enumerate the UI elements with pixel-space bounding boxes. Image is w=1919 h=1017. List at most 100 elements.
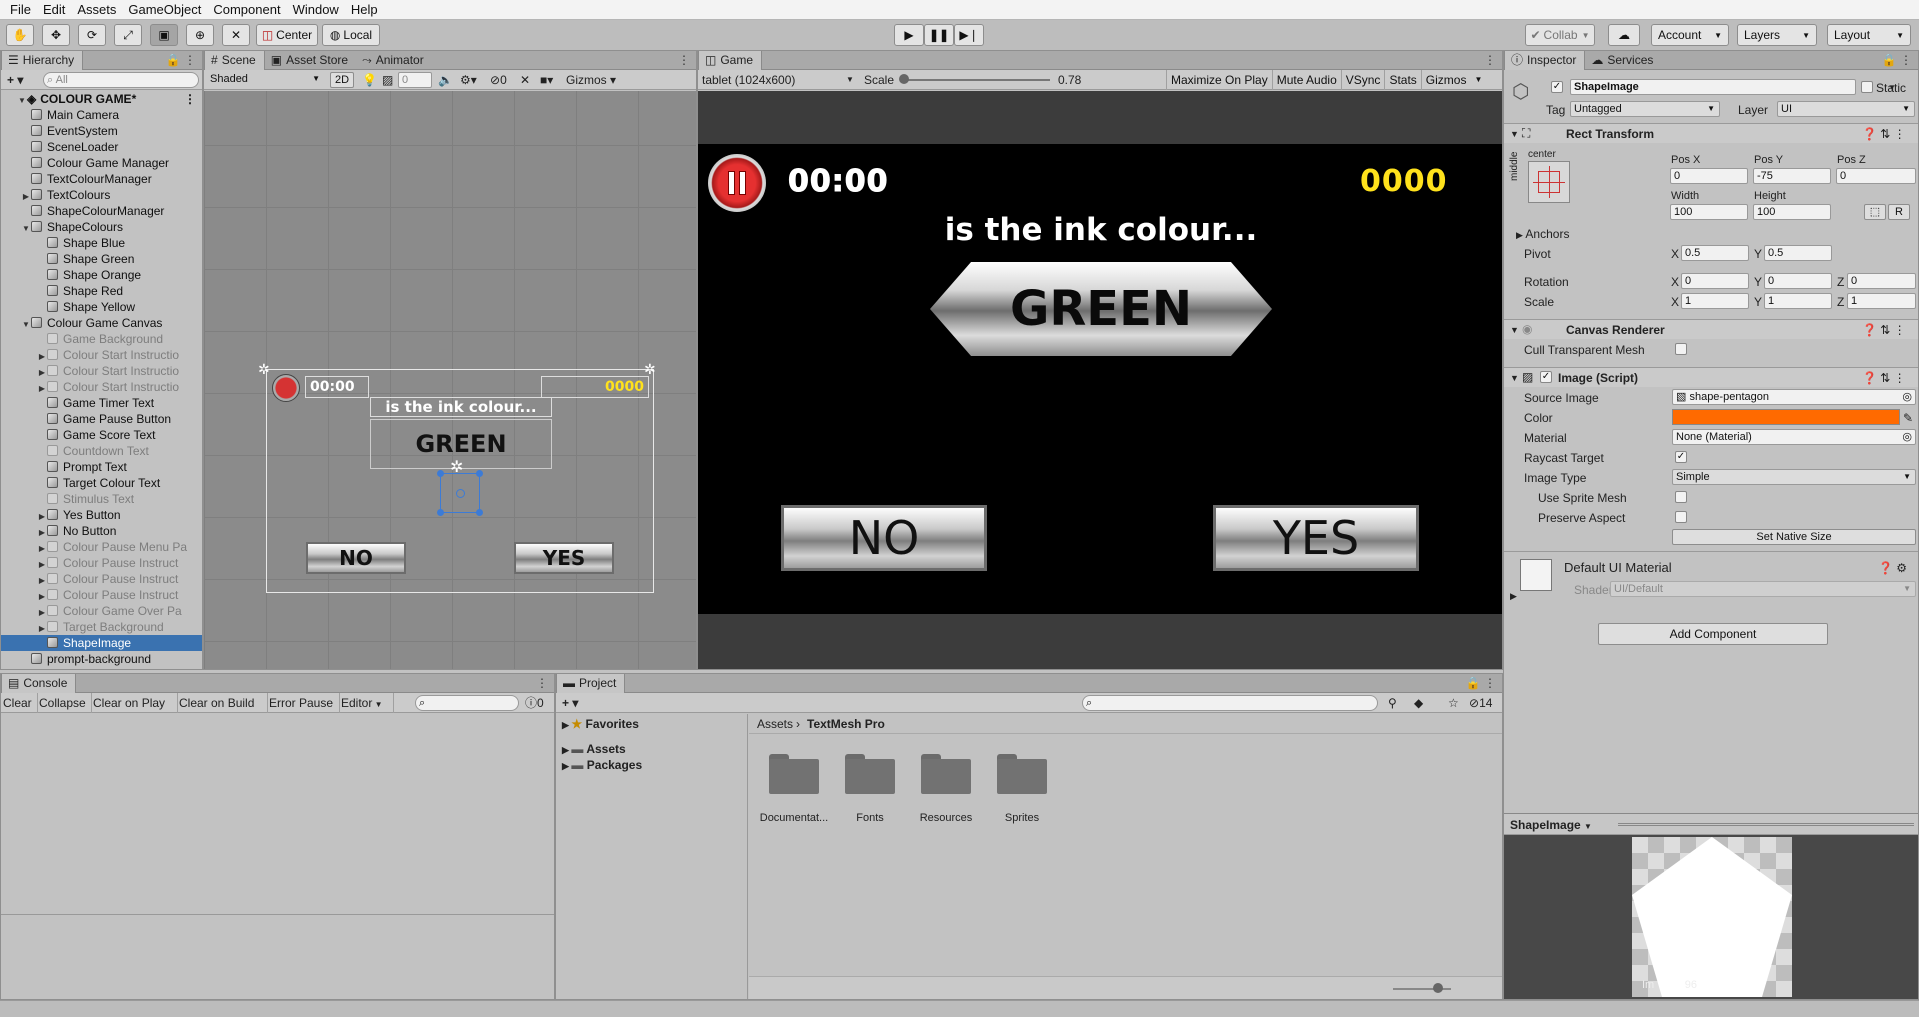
transform-tool-icon[interactable]: ⊕ <box>186 24 214 46</box>
audio-icon[interactable]: 🔈 <box>438 73 453 87</box>
scene-root[interactable]: ▼◈ COLOUR GAME* ⋮ <box>1 91 202 107</box>
tree-item-packages[interactable]: ▶ ▬ Packages <box>562 758 642 773</box>
hierarchy-item[interactable]: ShapeImage <box>1 635 202 651</box>
preserve-aspect-checkbox[interactable] <box>1675 511 1687 523</box>
console-clear-on-build-button[interactable]: Clear on Build <box>179 696 254 710</box>
help-icon[interactable]: ❓ ⚙ <box>1878 561 1907 575</box>
hierarchy-item[interactable]: Shape Orange <box>1 267 202 283</box>
hierarchy-item[interactable]: ▶ Target Background <box>1 619 202 635</box>
pivot-x-field[interactable]: 0.5 <box>1681 245 1749 261</box>
add-object-button[interactable]: + ▾ <box>7 73 23 87</box>
cull-mesh-checkbox[interactable] <box>1675 343 1687 355</box>
breadcrumb-assets[interactable]: Assets <box>757 717 793 731</box>
material-field[interactable]: None (Material) ◎ <box>1672 429 1916 445</box>
console-editor-button[interactable]: Editor ▼ <box>341 696 383 712</box>
scene-menu-icon[interactable]: ⋮ <box>678 51 690 69</box>
hierarchy-item[interactable]: SceneLoader <box>1 139 202 155</box>
tab-asset-store[interactable]: ▣ Asset Store <box>265 51 356 70</box>
project-search-input[interactable]: ⌕ <box>1082 695 1378 711</box>
console-search-input[interactable]: ⌕ <box>415 695 519 711</box>
layout-dropdown[interactable]: Layout ▼ <box>1827 24 1911 46</box>
hierarchy-item[interactable]: ▶ Colour Start Instructio <box>1 379 202 395</box>
image-icon[interactable]: ▨ <box>382 73 393 87</box>
console-menu-icon[interactable]: ⋮ <box>536 674 548 692</box>
menu-window[interactable]: Window <box>287 0 345 20</box>
hierarchy-item[interactable]: TextColourManager <box>1 171 202 187</box>
sprite-mesh-checkbox[interactable] <box>1675 491 1687 503</box>
cloud-button[interactable]: ☁ <box>1608 24 1640 46</box>
scale-tool-icon[interactable]: ⤢ <box>114 24 142 46</box>
light-icon[interactable]: 💡 <box>362 73 377 87</box>
preview-header[interactable]: ShapeImage ▼ <box>1504 813 1918 835</box>
hierarchy-item[interactable]: ▶ Colour Pause Instruct <box>1 571 202 587</box>
pause-button[interactable]: ❚❚ <box>924 24 954 46</box>
game-toggle-stats[interactable]: Stats <box>1384 70 1420 90</box>
hierarchy-item[interactable]: Main Camera <box>1 107 202 123</box>
account-dropdown[interactable]: Account ▼ <box>1651 24 1729 46</box>
menu-edit[interactable]: Edit <box>37 0 71 20</box>
folder-icon[interactable] <box>921 754 971 794</box>
menu-gameobject[interactable]: GameObject <box>122 0 207 20</box>
game-menu-icon[interactable]: ⋮ <box>1484 51 1496 69</box>
shading-dropdown[interactable]: Shaded ▼ <box>206 72 324 88</box>
folder-icon[interactable] <box>769 754 819 794</box>
console-clear-button[interactable]: Clear <box>3 696 32 710</box>
layers-dropdown[interactable]: Layers ▼ <box>1737 24 1817 46</box>
game-toggle-vsync[interactable]: VSync <box>1340 70 1385 90</box>
scene-viewport[interactable]: ✲ ✲ 00:00 0000 is the ink colour... GREE… <box>204 91 696 669</box>
tab-scene[interactable]: # Scene <box>204 51 265 70</box>
hierarchy-item[interactable]: EventSystem <box>1 123 202 139</box>
tag-dropdown[interactable]: Untagged ▼ <box>1570 101 1720 117</box>
camera-icon[interactable]: ■▾ <box>540 73 553 87</box>
play-button[interactable]: ▶ <box>894 24 924 46</box>
scale-y-field[interactable]: 1 <box>1764 293 1832 309</box>
console-clear-on-play-button[interactable]: Clear on Play <box>93 696 165 710</box>
step-button[interactable]: ▶❘ <box>954 24 984 46</box>
hierarchy-item[interactable]: ▶ Colour Pause Instruct <box>1 587 202 603</box>
active-checkbox[interactable]: ✓ <box>1551 81 1563 93</box>
custom-tool-icon[interactable]: ✕ <box>222 24 250 46</box>
tab-console[interactable]: ▤ Console <box>1 674 77 693</box>
hierarchy-item[interactable]: ▶ Colour Pause Instruct <box>1 555 202 571</box>
scale-slider-thumb[interactable] <box>899 74 909 84</box>
hidden-icon[interactable]: ⊘0 <box>490 73 507 87</box>
posy-field[interactable]: -75 <box>1753 168 1831 184</box>
pivot-y-field[interactable]: 0.5 <box>1764 245 1832 261</box>
rotate-tool-icon[interactable]: ⟳ <box>78 24 106 46</box>
project-menu-icon[interactable]: 🔒 ⋮ <box>1466 674 1496 692</box>
hierarchy-item[interactable]: Shape Red <box>1 283 202 299</box>
hierarchy-item[interactable]: ▼ ShapeColours <box>1 219 202 235</box>
effects-icon[interactable]: ⚙▾ <box>460 73 477 87</box>
anchor-presets-button[interactable] <box>1528 161 1570 203</box>
hierarchy-item[interactable]: Shape Yellow <box>1 299 202 315</box>
hierarchy-item[interactable]: ▶ Colour Start Instructio <box>1 347 202 363</box>
fx-field[interactable]: 0 <box>398 72 432 88</box>
image-type-dropdown[interactable]: Simple ▼ <box>1672 469 1916 485</box>
tab-game[interactable]: ◫ Game <box>698 51 763 70</box>
hierarchy-item[interactable]: Prompt Text <box>1 459 202 475</box>
scene-gizmos-dropdown[interactable]: Gizmos ▾ <box>566 73 616 87</box>
favorites-item[interactable]: ▶ ★ Favorites <box>562 717 639 732</box>
hierarchy-item[interactable]: Countdown Text <box>1 443 202 459</box>
hierarchy-item[interactable]: Shape Green <box>1 251 202 267</box>
rect-tool-icon[interactable]: ▣ <box>150 24 178 46</box>
filter-label-icon[interactable]: ◆ <box>1414 696 1423 710</box>
collab-dropdown[interactable]: ✔ Collab ▼ <box>1525 24 1595 46</box>
hierarchy-item[interactable]: Game Timer Text <box>1 395 202 411</box>
hierarchy-item[interactable]: ▶ No Button <box>1 523 202 539</box>
hierarchy-item[interactable]: ▶ TextColours <box>1 187 202 203</box>
game-viewport[interactable]: 00:00 0000 is the ink colour... GREEN NO… <box>698 91 1502 669</box>
hierarchy-item[interactable]: ▶ Colour Start Instructio <box>1 363 202 379</box>
icon-size-thumb[interactable] <box>1433 983 1443 993</box>
hierarchy-item[interactable]: ▶ Colour Game Over Pa <box>1 603 202 619</box>
lock-icon[interactable]: 🔒 ⋮ <box>166 51 196 69</box>
hierarchy-item[interactable]: Stimulus Text <box>1 491 202 507</box>
create-asset-button[interactable]: + ▾ <box>562 696 578 710</box>
hierarchy-item[interactable]: ShapeColourManager <box>1 203 202 219</box>
hierarchy-item[interactable]: Target Colour Text <box>1 475 202 491</box>
layer-dropdown[interactable]: UI ▼ <box>1777 101 1915 117</box>
console-error-pause-button[interactable]: Error Pause <box>269 696 333 710</box>
2d-toggle[interactable]: 2D <box>330 72 354 88</box>
posx-field[interactable]: 0 <box>1670 168 1748 184</box>
source-image-field[interactable]: ▧ shape-pentagon ◎ <box>1672 389 1916 405</box>
